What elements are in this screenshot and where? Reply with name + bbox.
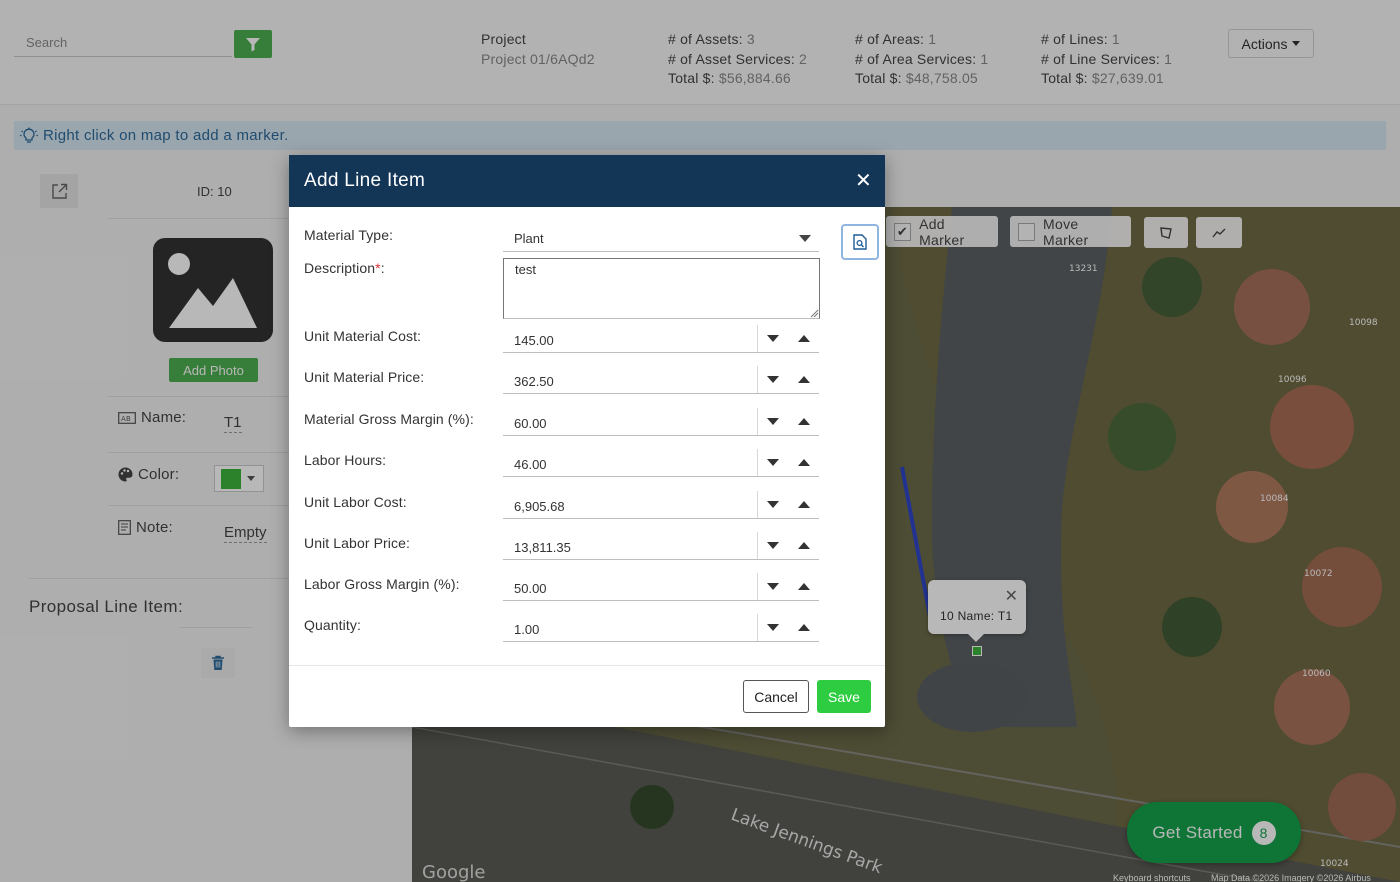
unit-material-cost-label: Unit Material Cost: (304, 328, 422, 344)
arrow-down-icon (767, 501, 779, 508)
material-type-select[interactable]: Plant (503, 225, 819, 252)
decrement-button[interactable] (757, 573, 788, 600)
arrow-down-icon (767, 583, 779, 590)
decrement-button[interactable] (757, 449, 788, 476)
increment-button[interactable] (788, 325, 819, 352)
arrow-down-icon (767, 418, 779, 425)
decrement-button[interactable] (757, 325, 788, 352)
increment-button[interactable] (788, 573, 819, 600)
labor-hours-label: Labor Hours: (304, 452, 387, 468)
material-lookup-button[interactable] (841, 224, 879, 260)
arrow-up-icon (797, 501, 810, 508)
arrow-down-icon (767, 376, 779, 383)
arrow-down-icon (767, 624, 779, 631)
dialog-header: Add Line Item ✕ (289, 155, 885, 207)
arrow-up-icon (797, 418, 810, 425)
labor-gross-margin-label: Labor Gross Margin (%): (304, 576, 460, 592)
decrement-button[interactable] (757, 408, 788, 435)
quantity-input[interactable]: 1.00 (503, 614, 819, 642)
increment-button[interactable] (788, 449, 819, 476)
arrow-up-icon (797, 583, 810, 590)
quantity-label: Quantity: (304, 617, 361, 633)
increment-button[interactable] (788, 491, 819, 518)
increment-button[interactable] (788, 408, 819, 435)
labor-hours-input[interactable]: 46.00 (503, 449, 819, 477)
labor-gross-margin-input[interactable]: 50.00 (503, 573, 819, 601)
arrow-up-icon (797, 542, 810, 549)
arrow-down-icon (767, 542, 779, 549)
description-textarea[interactable]: test (503, 258, 820, 319)
arrow-up-icon (797, 459, 810, 466)
arrow-up-icon (797, 624, 810, 631)
increment-button[interactable] (788, 614, 819, 641)
unit-labor-cost-input[interactable]: 6,905.68 (503, 491, 819, 519)
unit-labor-price-label: Unit Labor Price: (304, 535, 410, 551)
material-gross-margin-label: Material Gross Margin (%): (304, 411, 474, 427)
unit-material-cost-input[interactable]: 145.00 (503, 325, 819, 353)
unit-material-price-input[interactable]: 362.50 (503, 366, 819, 394)
unit-labor-price-input[interactable]: 13,811.35 (503, 532, 819, 560)
decrement-button[interactable] (757, 491, 788, 518)
decrement-button[interactable] (757, 532, 788, 559)
unit-labor-cost-label: Unit Labor Cost: (304, 494, 407, 510)
chevron-down-icon (799, 235, 811, 242)
dialog-title: Add Line Item (304, 170, 426, 191)
material-gross-margin-input[interactable]: 60.00 (503, 408, 819, 436)
resize-handle-icon[interactable] (809, 308, 819, 318)
arrow-down-icon (767, 459, 779, 466)
arrow-up-icon (797, 335, 810, 342)
description-label: Description*: (304, 260, 385, 276)
increment-button[interactable] (788, 532, 819, 559)
document-search-icon (853, 234, 867, 250)
decrement-button[interactable] (757, 366, 788, 393)
close-icon[interactable]: ✕ (855, 168, 872, 193)
arrow-up-icon (797, 376, 810, 383)
cancel-button[interactable]: Cancel (743, 680, 809, 713)
arrow-down-icon (767, 335, 779, 342)
increment-button[interactable] (788, 366, 819, 393)
unit-material-price-label: Unit Material Price: (304, 369, 425, 385)
add-line-item-dialog: Add Line Item ✕ Material Type: Plant Des… (289, 155, 885, 727)
dialog-footer-divider (289, 665, 885, 666)
save-button[interactable]: Save (817, 680, 871, 713)
decrement-button[interactable] (757, 614, 788, 641)
material-type-value: Plant (514, 230, 544, 246)
material-type-label: Material Type: (304, 227, 394, 243)
